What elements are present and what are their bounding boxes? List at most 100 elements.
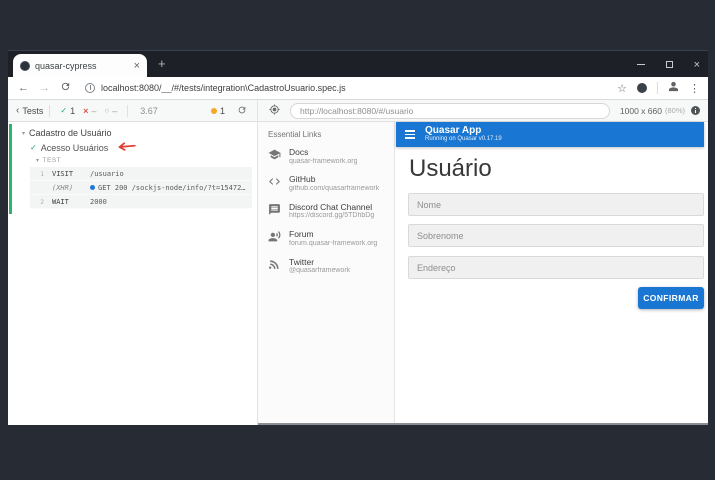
app-drawer: Essential Links Docs quasar-framework.or… xyxy=(258,122,395,423)
address-bar: ← → localhost:8080/__/#/tests/integratio… xyxy=(8,77,708,100)
command-name: WAIT xyxy=(44,198,90,206)
endereco-field[interactable]: Endereço xyxy=(408,256,704,279)
app-main: Quasar App Running on Quasar v0.17.19 Us… xyxy=(396,122,708,423)
rerun-tests-icon[interactable] xyxy=(237,105,247,117)
badge-count: 1 xyxy=(220,106,225,116)
new-tab-button[interactable]: + xyxy=(158,56,166,71)
drawer-item-caption: github.com/quasarframework xyxy=(289,185,379,194)
drawer-item-caption: forum.quasar-framework.org xyxy=(289,240,377,249)
status-badge: 1 xyxy=(211,106,225,116)
drawer-header: Essential Links xyxy=(258,122,394,143)
circle-icon: ○ xyxy=(104,106,109,115)
section-label: TEST xyxy=(43,157,62,164)
back-to-tests-button[interactable]: ‹ Tests xyxy=(16,105,43,116)
aut-url-input[interactable]: http://localhost:8080/#/usuario xyxy=(290,103,610,119)
chevron-left-icon: ‹ xyxy=(16,105,19,116)
command-row[interactable]: 2 WAIT 2000 xyxy=(30,195,252,209)
hamburger-menu-icon[interactable] xyxy=(405,130,415,139)
failed-count: – xyxy=(91,106,96,116)
command-log: 1 VISIT /usuario (XHR) GET 200 /sockjs-n… xyxy=(30,167,252,209)
drawer-item-forum[interactable]: Forum forum.quasar-framework.org xyxy=(258,225,394,252)
back-to-tests-label: Tests xyxy=(22,106,43,116)
pending-stat: ○ – xyxy=(104,106,117,116)
duration-value: 3.67 xyxy=(140,106,158,116)
yellow-dot-icon xyxy=(211,108,217,114)
forward-icon[interactable]: → xyxy=(39,82,50,94)
divider xyxy=(657,82,658,94)
page-title: Usuário xyxy=(409,155,492,183)
drawer-item-docs[interactable]: Docs quasar-framework.org xyxy=(258,143,394,170)
browser-titlebar: quasar-cypress × + × xyxy=(8,50,708,77)
aut-frame: Essential Links Docs quasar-framework.or… xyxy=(258,122,708,425)
bookmark-star-icon[interactable]: ☆ xyxy=(617,82,627,95)
drawer-item-twitter[interactable]: Twitter @quasarframework xyxy=(258,253,394,280)
profile-avatar-icon[interactable] xyxy=(668,81,679,95)
test-title: Acesso Usuários xyxy=(41,143,109,153)
browser-window: quasar-cypress × + × ← → localhost:8080/… xyxy=(8,50,708,425)
divider xyxy=(127,105,128,117)
drawer-item-title: Forum xyxy=(289,229,377,240)
suite-row[interactable]: ▾ Cadastro de Usuário xyxy=(8,122,257,138)
test-passed-strip xyxy=(9,124,12,214)
app-title: Quasar App xyxy=(425,125,502,136)
app-header: Quasar App Running on Quasar v0.17.19 xyxy=(396,122,704,147)
red-arrow-annotation-icon xyxy=(115,141,137,154)
drawer-item-caption: https://discord.gg/5TDhbDg xyxy=(289,212,374,221)
rss-icon xyxy=(268,258,281,271)
command-message: 2000 xyxy=(90,198,252,206)
selector-playground-icon[interactable] xyxy=(269,102,280,120)
cypress-favicon-icon xyxy=(20,61,30,71)
drawer-item-discord[interactable]: Discord Chat Channel https://discord.gg/… xyxy=(258,198,394,225)
viewport-info-icon[interactable] xyxy=(691,106,700,115)
browser-tab[interactable]: quasar-cypress × xyxy=(13,54,147,78)
viewport-scale: (80%) xyxy=(665,106,685,115)
nome-field-label: Nome xyxy=(417,200,441,210)
nome-field[interactable]: Nome xyxy=(408,193,704,216)
command-number: 1 xyxy=(30,170,44,178)
drawer-item-title: Discord Chat Channel xyxy=(289,202,374,213)
back-icon[interactable]: ← xyxy=(18,82,29,94)
app-subtitle: Running on Quasar v0.17.19 xyxy=(425,136,502,143)
window-minimize-icon[interactable] xyxy=(637,64,645,65)
pending-count: – xyxy=(112,106,117,116)
chrome-menu-icon[interactable]: ⋮ xyxy=(689,82,700,95)
window-maximize-icon[interactable] xyxy=(666,61,673,68)
extension-icon[interactable] xyxy=(637,83,647,93)
divider xyxy=(49,105,50,117)
caret-down-icon: ▾ xyxy=(22,130,25,137)
window-close-icon[interactable]: × xyxy=(694,60,700,70)
command-row[interactable]: 1 VISIT /usuario xyxy=(30,167,252,181)
code-icon xyxy=(268,175,281,188)
caret-down-icon: ▾ xyxy=(36,157,40,164)
check-icon: ✓ xyxy=(60,106,67,115)
command-message: GET 200 /sockjs-node/info/?t=1547220225… xyxy=(98,184,252,192)
aut-toolbar: http://localhost:8080/#/usuario 1000 x 6… xyxy=(258,100,708,122)
drawer-item-github[interactable]: GitHub github.com/quasarframework xyxy=(258,170,394,197)
drawer-item-title: Docs xyxy=(289,147,357,158)
passed-count: 1 xyxy=(70,106,75,116)
tab-title: quasar-cypress xyxy=(35,61,134,71)
test-section-row[interactable]: ▾ TEST xyxy=(8,153,257,164)
check-icon: ✓ xyxy=(30,143,37,152)
drawer-item-title: Twitter xyxy=(289,257,350,268)
passed-stat: ✓ 1 xyxy=(60,106,75,116)
confirmar-button[interactable]: CONFIRMAR xyxy=(638,287,704,309)
endereco-field-label: Endereço xyxy=(417,263,456,273)
command-name: VISIT xyxy=(44,170,90,178)
sobrenome-field[interactable]: Sobrenome xyxy=(408,224,704,247)
test-row[interactable]: ✓ Acesso Usuários xyxy=(8,138,257,153)
command-message: /usuario xyxy=(90,170,252,178)
url-text[interactable]: localhost:8080/__/#/tests/integration\Ca… xyxy=(101,83,617,93)
voice-icon xyxy=(268,230,281,243)
page-info-icon[interactable] xyxy=(85,83,95,93)
command-number: 2 xyxy=(30,198,44,206)
reload-icon[interactable] xyxy=(60,81,71,95)
command-row[interactable]: (XHR) GET 200 /sockjs-node/info/?t=15472… xyxy=(30,181,252,195)
school-icon xyxy=(268,148,281,161)
tab-close-icon[interactable]: × xyxy=(134,61,140,71)
chat-icon xyxy=(268,203,281,216)
drawer-item-title: GitHub xyxy=(289,174,379,185)
reporter-toolbar: ‹ Tests ✓ 1 × – ○ – 3.67 1 xyxy=(8,100,258,122)
sobrenome-field-label: Sobrenome xyxy=(417,231,464,241)
xhr-route-dot-icon xyxy=(90,185,95,190)
